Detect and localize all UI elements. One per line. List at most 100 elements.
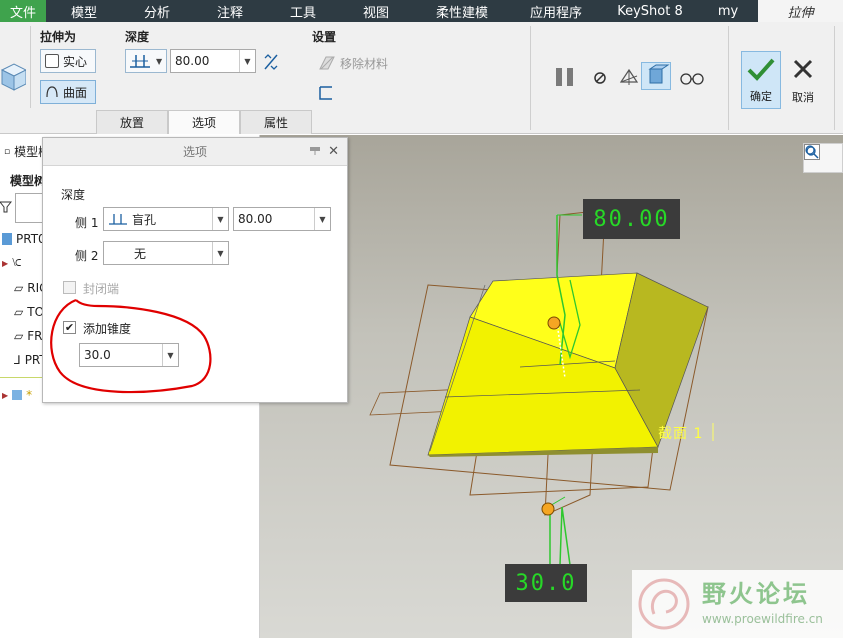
depth-label: 深度 <box>125 30 150 44</box>
dialog-title: 选项 <box>182 145 207 159</box>
tab-placement[interactable]: 放置 <box>96 110 168 134</box>
no-preview-icon[interactable] <box>592 70 608 86</box>
cancel-button[interactable]: 取消 <box>783 51 823 109</box>
tree-toggle-icon: ▫ <box>4 146 11 157</box>
taper-angle-value: 30.0 <box>84 348 111 362</box>
ribbon: 拉伸为 实心 曲面 深度 ▼ 80.00 ▼ 设置 移除材料 确定 取消 放置 … <box>0 22 843 134</box>
watermark-logo-icon <box>638 578 690 630</box>
confirm-button[interactable]: 确定 <box>741 51 781 109</box>
menu-bar: 文件 模型 分析 注释 工具 视图 柔性建模 应用程序 KeyShot 8 my… <box>0 0 843 22</box>
thicken-sketch-icon[interactable] <box>318 85 334 101</box>
filter-icon[interactable] <box>0 201 12 213</box>
side1-type-dropdown[interactable]: 盲孔 ▼ <box>103 207 229 231</box>
close-icon <box>793 59 813 79</box>
tab-properties[interactable]: 属性 <box>240 110 312 134</box>
layer-icon: ⟈ <box>12 256 22 269</box>
blind-depth-icon <box>130 55 150 68</box>
settings-label: 设置 <box>312 30 337 44</box>
expand-arrow-icon: ▶ <box>2 390 9 400</box>
remove-material-button[interactable]: 移除材料 <box>340 55 388 72</box>
menu-applications[interactable]: 应用程序 <box>510 0 602 22</box>
confirm-label: 确定 <box>750 90 772 103</box>
tree-search-input[interactable] <box>15 193 45 223</box>
part-icon <box>2 233 12 245</box>
side2-type-value: 无 <box>134 246 147 261</box>
ribbon-tabs: 放置 选项 属性 <box>96 110 312 134</box>
surface-label: 曲面 <box>63 85 88 100</box>
taper-dimension-label[interactable]: 30.0 <box>505 564 587 602</box>
tree-item-insert[interactable]: ▶ * <box>2 388 32 402</box>
verify-mode-button[interactable] <box>641 62 671 90</box>
depth-type-dropdown[interactable]: ▼ <box>125 49 167 73</box>
model-tree-subheader: 模型树 <box>10 174 47 188</box>
side1-depth-field[interactable]: 80.00 ▼ <box>233 207 331 231</box>
glasses-icon[interactable] <box>678 68 706 86</box>
surface-icon <box>46 86 58 98</box>
expand-arrow-icon: ▶ <box>2 258 9 268</box>
geometry-preview-icon[interactable] <box>618 66 640 88</box>
surface-button[interactable]: 曲面 <box>40 80 96 104</box>
menu-analysis[interactable]: 分析 <box>122 0 192 22</box>
extrude-feature-icon <box>0 63 26 91</box>
cancel-label: 取消 <box>792 91 814 104</box>
side2-label: 侧 2 <box>75 249 99 263</box>
menu-my[interactable]: my <box>698 0 758 22</box>
menu-extrude[interactable]: 拉伸 <box>758 0 843 22</box>
side1-type-value: 盲孔 <box>132 212 157 227</box>
add-taper-checkbox[interactable]: ✔ <box>63 321 76 334</box>
depth-value: 80.00 <box>175 54 210 68</box>
chevron-down-icon[interactable]: ▼ <box>212 242 228 264</box>
menu-view[interactable]: 视图 <box>338 0 414 22</box>
side1-label: 侧 1 <box>75 216 99 230</box>
pause-icon[interactable] <box>554 66 576 88</box>
chevron-down-icon[interactable]: ▼ <box>239 50 255 72</box>
depth-dimension-label[interactable]: 80.00 <box>583 199 680 239</box>
chevron-down-icon[interactable]: ▼ <box>212 208 228 230</box>
app-window: 文件 模型 分析 注释 工具 视图 柔性建模 应用程序 KeyShot 8 my… <box>0 0 843 638</box>
side1-depth-value: 80.00 <box>238 212 273 226</box>
options-dialog: 选项 ✕ 深度 侧 1 盲孔 ▼ 80.00 ▼ 侧 2 无 ▼ 封闭端 ✔ 添… <box>42 137 348 403</box>
verify-icon <box>648 64 670 84</box>
zoom-in-icon[interactable] <box>804 144 816 160</box>
solid-icon <box>45 54 59 68</box>
section-label: 截面 1 <box>658 426 704 442</box>
menu-file[interactable]: 文件 <box>0 0 46 22</box>
flip-direction-icon[interactable] <box>262 52 280 72</box>
extrude-node-icon <box>12 390 23 400</box>
coordinate-system-icon: ⅃ <box>14 353 21 367</box>
watermark-brand: 野火论坛 <box>702 580 810 608</box>
chevron-down-icon: ▼ <box>156 56 163 66</box>
solid-label: 实心 <box>63 54 88 69</box>
depth-value-field[interactable]: 80.00 ▼ <box>170 49 256 73</box>
side2-type-dropdown[interactable]: 无 ▼ <box>103 241 229 265</box>
blind-depth-icon <box>109 214 127 225</box>
menu-flexible-modeling[interactable]: 柔性建模 <box>414 0 510 22</box>
tree-item-layer[interactable]: ▶ ⟈ <box>2 256 21 270</box>
close-icon[interactable]: ✕ <box>328 144 339 159</box>
capped-ends-label: 封闭端 <box>83 282 120 296</box>
datum-plane-icon: ▱ <box>14 281 24 295</box>
pin-icon[interactable] <box>309 146 321 156</box>
chevron-down-icon[interactable]: ▼ <box>314 208 330 230</box>
extrude-as-label: 拉伸为 <box>40 30 77 44</box>
menu-annotate[interactable]: 注释 <box>192 0 268 22</box>
datum-plane-icon: ▱ <box>14 329 24 343</box>
view-toolbar <box>803 143 843 173</box>
taper-drag-handle[interactable] <box>541 502 555 516</box>
taper-angle-field[interactable]: 30.0 ▼ <box>79 343 179 367</box>
datum-plane-icon: ▱ <box>14 305 24 319</box>
dialog-titlebar[interactable]: 选项 ✕ <box>43 138 347 166</box>
menu-keyshot[interactable]: KeyShot 8 <box>602 0 698 22</box>
watermark: 野火论坛 www.proewildfire.cn <box>632 570 843 638</box>
chevron-down-icon[interactable]: ▼ <box>162 344 178 366</box>
checkmark-icon <box>747 58 775 81</box>
watermark-url: www.proewildfire.cn <box>702 612 823 626</box>
menu-tools[interactable]: 工具 <box>268 0 338 22</box>
capped-ends-checkbox[interactable] <box>63 281 76 294</box>
depth-drag-handle[interactable] <box>547 316 561 330</box>
solid-button[interactable]: 实心 <box>40 49 96 73</box>
add-taper-label: 添加锥度 <box>83 322 132 336</box>
menu-model[interactable]: 模型 <box>46 0 122 22</box>
tab-options[interactable]: 选项 <box>168 110 240 134</box>
depth-section-label: 深度 <box>61 188 86 202</box>
